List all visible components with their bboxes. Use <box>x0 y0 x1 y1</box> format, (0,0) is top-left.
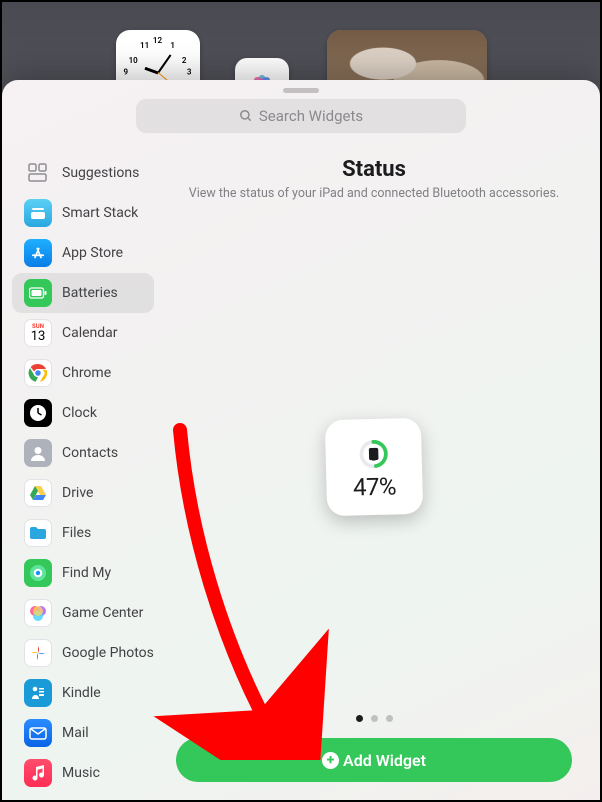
suggestions-icon <box>24 159 52 187</box>
sidebar-item-label: Contacts <box>62 445 118 461</box>
widget-gallery-sheet: Search Widgets Suggestions Smart Stack <box>2 80 600 800</box>
page-dot[interactable] <box>386 715 393 722</box>
sidebar-item-label: Google Photos <box>62 645 154 661</box>
sidebar-item-kindle[interactable]: Kindle <box>12 673 154 713</box>
sidebar-item-smart-stack[interactable]: Smart Stack <box>12 193 154 233</box>
widget-preview-area[interactable]: 47% <box>160 201 588 732</box>
contacts-icon <box>24 439 52 467</box>
sidebar-item-label: Find My <box>62 565 111 581</box>
sidebar-item-find-my[interactable]: Find My <box>12 553 154 593</box>
sidebar-item-label: Game Center <box>62 605 143 621</box>
sidebar-item-clock[interactable]: Clock <box>12 393 154 433</box>
search-input[interactable]: Search Widgets <box>136 99 466 133</box>
game-center-icon <box>24 599 52 627</box>
sidebar-item-label: Clock <box>62 405 97 421</box>
battery-ring-icon <box>358 438 389 469</box>
sidebar-item-contacts[interactable]: Contacts <box>12 433 154 473</box>
plus-circle-icon: + <box>322 752 339 769</box>
drive-icon <box>24 479 52 507</box>
battery-percentage: 47% <box>353 472 397 501</box>
sheet-grabber[interactable] <box>283 88 319 93</box>
add-widget-label: Add Widget <box>343 751 426 770</box>
widget-categories-sidebar: Suggestions Smart Stack App Store Batter… <box>2 141 160 800</box>
calendar-icon: SUN 13 <box>24 319 52 347</box>
sidebar-item-app-store[interactable]: App Store <box>12 233 154 273</box>
sidebar-item-label: Music <box>62 765 100 781</box>
sidebar-item-files[interactable]: Files <box>12 513 154 553</box>
sidebar-item-label: Mail <box>62 725 89 741</box>
sidebar-item-calendar[interactable]: SUN 13 Calendar <box>12 313 154 353</box>
sidebar-item-drive[interactable]: Drive <box>12 473 154 513</box>
sidebar-item-label: Kindle <box>62 685 101 701</box>
smart-stack-icon <box>24 199 52 227</box>
sidebar-item-music[interactable]: Music <box>12 753 154 793</box>
app-store-icon <box>24 239 52 267</box>
sidebar-item-suggestions[interactable]: Suggestions <box>12 153 154 193</box>
google-photos-icon <box>24 639 52 667</box>
sidebar-item-label: Files <box>62 525 91 541</box>
widget-subtitle: View the status of your iPad and connect… <box>179 186 569 201</box>
widget-preview-panel: Status View the status of your iPad and … <box>160 141 600 800</box>
sidebar-item-label: Chrome <box>62 365 111 381</box>
battery-widget-preview[interactable]: 47% <box>325 417 423 515</box>
page-dot[interactable] <box>356 715 363 722</box>
sidebar-item-label: Drive <box>62 485 93 501</box>
widget-title: Status <box>342 157 406 182</box>
sidebar-item-batteries[interactable]: Batteries <box>12 273 154 313</box>
page-dots[interactable] <box>160 715 588 722</box>
add-widget-button[interactable]: + Add Widget <box>176 738 572 782</box>
clock-icon <box>24 399 52 427</box>
music-icon <box>24 759 52 787</box>
page-dot[interactable] <box>371 715 378 722</box>
sidebar-item-label: Calendar <box>62 325 118 341</box>
mail-icon <box>24 719 52 747</box>
search-icon <box>239 109 253 123</box>
sidebar-item-google-photos[interactable]: Google Photos <box>12 633 154 673</box>
sidebar-item-label: Suggestions <box>62 165 139 181</box>
files-icon <box>24 519 52 547</box>
sidebar-item-mail[interactable]: Mail <box>12 713 154 753</box>
sidebar-item-label: Smart Stack <box>62 205 138 221</box>
sidebar-item-label: Batteries <box>62 285 118 301</box>
batteries-icon <box>24 279 52 307</box>
sidebar-item-game-center[interactable]: Game Center <box>12 593 154 633</box>
chrome-icon <box>24 359 52 387</box>
sidebar-item-chrome[interactable]: Chrome <box>12 353 154 393</box>
kindle-icon <box>24 679 52 707</box>
sidebar-item-label: App Store <box>62 245 123 261</box>
find-my-icon <box>24 559 52 587</box>
search-placeholder: Search Widgets <box>259 107 363 125</box>
